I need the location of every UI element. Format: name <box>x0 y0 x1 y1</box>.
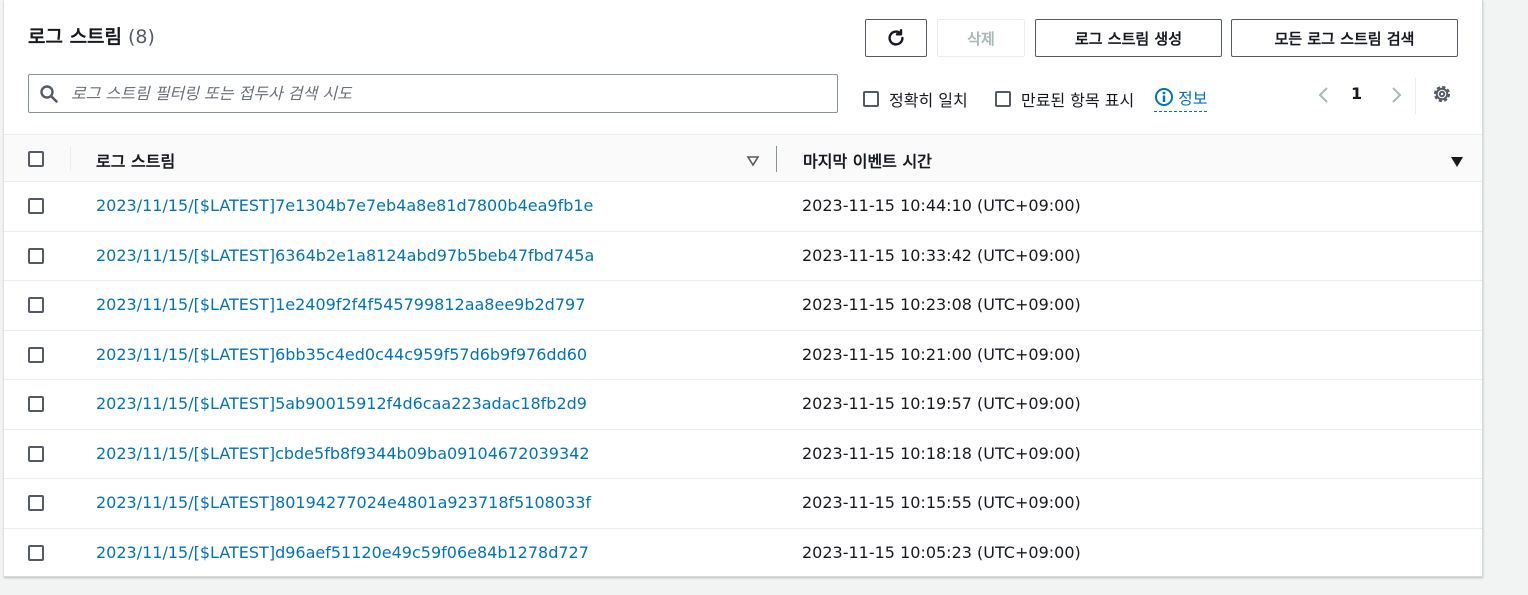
table-row: 2023/11/15/[$LATEST]d96aef51120e49c59f06… <box>4 529 1482 579</box>
refresh-button[interactable] <box>865 19 927 57</box>
sort-log-stream-button[interactable] <box>746 152 760 171</box>
stream-count: (8) <box>128 26 155 48</box>
show-expired-checkbox[interactable] <box>995 91 1011 107</box>
page-title: 로그 스트림 (8) <box>28 22 155 49</box>
table-row: 2023/11/15/[$LATEST]80194277024e4801a923… <box>4 479 1482 529</box>
table-row: 2023/11/15/[$LATEST]5ab90015912f4d6caa22… <box>4 380 1482 430</box>
last-event-time: 2023-11-15 10:18:18 (UTC+09:00) <box>802 443 1081 463</box>
log-stream-link[interactable]: 2023/11/15/[$LATEST]80194277024e4801a923… <box>96 493 591 512</box>
info-icon <box>1155 88 1173 106</box>
sort-last-event-time-button[interactable] <box>1450 153 1464 172</box>
delete-button[interactable]: 삭제 <box>937 19 1025 57</box>
log-stream-link[interactable]: 2023/11/15/[$LATEST]5ab90015912f4d6caa22… <box>96 394 587 413</box>
info-link[interactable]: 정보 <box>1154 85 1208 112</box>
column-resizer[interactable] <box>776 146 777 172</box>
page-number[interactable]: 1 <box>1351 84 1362 103</box>
row-checkbox[interactable] <box>28 297 44 313</box>
column-divider <box>70 147 71 171</box>
gear-icon <box>1433 85 1451 103</box>
preferences-button[interactable] <box>1430 82 1454 110</box>
log-stream-link[interactable]: 2023/11/15/[$LATEST]7e1304b7e7eb4a8e81d7… <box>96 196 593 215</box>
log-stream-link[interactable]: 2023/11/15/[$LATEST]1e2409f2f4f545799812… <box>96 295 585 314</box>
column-header-last-event-time[interactable]: 마지막 이벤트 시간 <box>803 148 932 172</box>
last-event-time: 2023-11-15 10:23:08 (UTC+09:00) <box>802 295 1081 314</box>
search-icon <box>40 84 58 103</box>
caret-down-icon <box>1451 157 1463 167</box>
row-checkbox[interactable] <box>28 445 44 462</box>
row-checkbox[interactable] <box>28 346 44 363</box>
exact-match-label: 정확히 일치 <box>889 91 968 110</box>
show-expired-option[interactable]: 만료된 항목 표시 <box>995 87 1134 111</box>
select-all-checkbox[interactable] <box>28 151 44 167</box>
info-label: 정보 <box>1178 89 1208 108</box>
row-checkbox[interactable] <box>28 495 44 511</box>
column-header-log-stream[interactable]: 로그 스트림 <box>96 148 175 172</box>
table-row: 2023/11/15/[$LATEST]1e2409f2f4f545799812… <box>4 281 1482 331</box>
log-stream-link[interactable]: 2023/11/15/[$LATEST]d96aef51120e49c59f06… <box>96 543 589 562</box>
chevron-left-icon <box>1318 87 1328 103</box>
row-checkbox[interactable] <box>28 247 44 264</box>
last-event-time: 2023-11-15 10:33:42 (UTC+09:00) <box>802 245 1081 265</box>
previous-page-button[interactable] <box>1314 84 1334 110</box>
table-row: 2023/11/15/[$LATEST]6364b2e1a8124abd97b5… <box>4 232 1482 281</box>
filter-search-box[interactable] <box>28 74 838 113</box>
last-event-time: 2023-11-15 10:19:57 (UTC+09:00) <box>802 394 1081 413</box>
chevron-right-icon <box>1392 87 1402 103</box>
log-stream-link[interactable]: 2023/11/15/[$LATEST]6bb35c4ed0c44c959f57… <box>96 345 587 364</box>
exact-match-option[interactable]: 정확히 일치 <box>863 87 968 111</box>
table-row: 2023/11/15/[$LATEST]cbde5fb8f9344b09ba09… <box>4 430 1482 479</box>
title-text: 로그 스트림 <box>28 26 123 48</box>
next-page-button[interactable] <box>1386 84 1406 110</box>
last-event-time: 2023-11-15 10:15:55 (UTC+09:00) <box>802 493 1081 512</box>
create-log-stream-button[interactable]: 로그 스트림 생성 <box>1035 19 1222 57</box>
row-checkbox[interactable] <box>28 544 44 561</box>
log-streams-table: 로그 스트림 마지막 이벤트 시간 2023/11/15/[$LATEST]7e… <box>4 134 1482 578</box>
caret-down-outline-icon <box>746 156 760 167</box>
row-checkbox[interactable] <box>28 198 44 214</box>
table-row: 2023/11/15/[$LATEST]6bb35c4ed0c44c959f57… <box>4 331 1482 380</box>
show-expired-label: 만료된 항목 표시 <box>1021 91 1135 110</box>
log-streams-panel: 로그 스트림(8) 삭제 로그 스트림 생성 모든 로그 스트림 검색 정확히 … <box>4 0 1483 577</box>
last-event-time: 2023-11-15 10:21:00 (UTC+09:00) <box>802 344 1081 364</box>
search-all-log-streams-button[interactable]: 모든 로그 스트림 검색 <box>1231 19 1458 57</box>
row-checkbox[interactable] <box>28 396 44 412</box>
last-event-time: 2023-11-15 10:44:10 (UTC+09:00) <box>802 196 1081 215</box>
last-event-time: 2023-11-15 10:05:23 (UTC+09:00) <box>802 542 1081 562</box>
exact-match-checkbox[interactable] <box>863 91 879 107</box>
log-stream-link[interactable]: 2023/11/15/[$LATEST]cbde5fb8f9344b09ba09… <box>96 444 590 463</box>
log-stream-link[interactable]: 2023/11/15/[$LATEST]6364b2e1a8124abd97b5… <box>96 246 594 265</box>
refresh-icon <box>888 29 904 46</box>
table-row: 2023/11/15/[$LATEST]7e1304b7e7eb4a8e81d7… <box>4 182 1482 232</box>
pager-divider <box>1415 78 1416 114</box>
table-header: 로그 스트림 마지막 이벤트 시간 <box>4 134 1482 182</box>
search-input[interactable] <box>69 83 813 104</box>
